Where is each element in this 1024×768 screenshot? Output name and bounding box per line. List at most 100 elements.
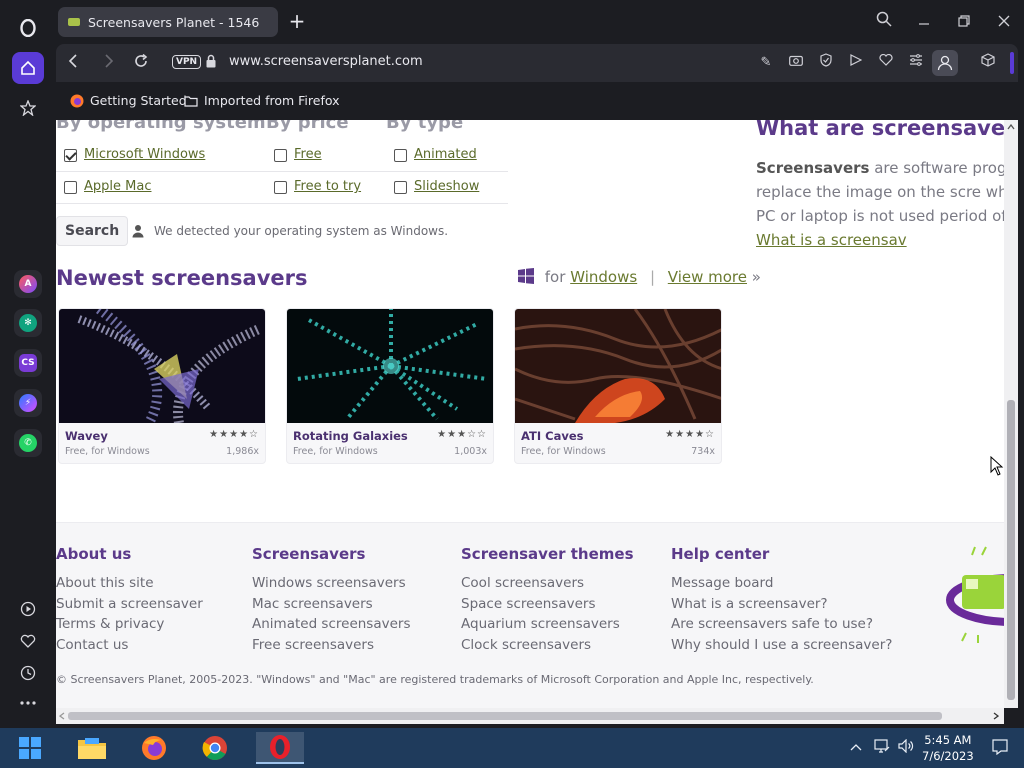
favorites-icon[interactable]	[12, 625, 44, 657]
restore-icon[interactable]	[952, 10, 976, 34]
footer-link[interactable]: Animated screensavers	[252, 614, 411, 635]
footer-link[interactable]: Cool screensavers	[461, 573, 634, 594]
checkbox-apple-mac[interactable]	[64, 181, 77, 194]
card-title[interactable]: Wavey	[65, 429, 108, 443]
footer-link[interactable]: Aquarium screensavers	[461, 614, 634, 635]
search-button[interactable]: Search	[56, 216, 129, 246]
tray-chevron-icon[interactable]	[850, 740, 862, 754]
mouse-cursor-icon	[990, 456, 1004, 476]
send-icon[interactable]	[846, 53, 866, 73]
settings-sliders-icon[interactable]	[906, 53, 926, 73]
checkbox-microsoft-windows[interactable]	[64, 149, 77, 162]
footer-link[interactable]: Submit a screensaver	[56, 594, 203, 615]
footer-link[interactable]: Windows screensavers	[252, 573, 411, 594]
close-icon[interactable]	[992, 10, 1016, 34]
footer-link[interactable]: Message board	[671, 573, 892, 594]
chrome-button[interactable]	[195, 732, 235, 764]
opera-menu-icon[interactable]	[12, 12, 44, 44]
footer-link[interactable]: What is a screensaver?	[671, 594, 892, 615]
vertical-scroll-thumb[interactable]	[1007, 400, 1015, 700]
file-explorer-button[interactable]	[72, 732, 112, 764]
card-title[interactable]: Rotating Galaxies	[293, 429, 408, 443]
heart-icon[interactable]	[876, 53, 896, 73]
screensaver-thumbnail[interactable]	[59, 309, 266, 423]
filter-link-free[interactable]: Free	[294, 147, 322, 162]
url-input[interactable]: www.screensaversplanet.com	[229, 54, 423, 69]
footer-link[interactable]: About this site	[56, 573, 203, 594]
footer-link[interactable]: Clock screensavers	[461, 635, 634, 656]
card-subtitle: Free, for Windows	[65, 446, 150, 457]
vpn-badge[interactable]: VPN	[172, 55, 202, 69]
screensaver-card-wavey[interactable]: Wavey Free, for Windows ★★★★☆ 1,986x	[58, 308, 266, 464]
chatsonic-app-icon[interactable]: CS	[14, 349, 42, 377]
opera-button[interactable]	[256, 732, 304, 764]
shield-icon[interactable]	[816, 53, 836, 73]
network-icon[interactable]	[874, 739, 890, 756]
planet-mascot-icon	[946, 546, 1004, 643]
filter-row: Microsoft Windows Free Animated	[56, 140, 508, 172]
checkbox-animated[interactable]	[394, 149, 407, 162]
new-tab-icon[interactable]: +	[286, 11, 308, 33]
minimize-icon[interactable]	[912, 10, 936, 34]
home-icon[interactable]	[12, 52, 44, 84]
screensaver-card-rotating-galaxies[interactable]: Rotating Galaxies Free, for Windows ★★★☆…	[286, 308, 494, 464]
back-icon[interactable]	[62, 52, 84, 74]
reload-icon[interactable]	[130, 52, 152, 74]
filter-link-free-to-try[interactable]: Free to try	[294, 179, 361, 194]
easy-setup-icon[interactable]: ✎	[756, 53, 776, 73]
bookmark-folder-imported[interactable]: Imported from Firefox	[184, 93, 340, 108]
firefox-button[interactable]	[134, 732, 174, 764]
aria-app-icon[interactable]: A	[14, 270, 42, 298]
filter-link-apple-mac[interactable]: Apple Mac	[84, 179, 151, 194]
chatgpt-app-icon[interactable]: ✻	[14, 309, 42, 337]
messenger-app-icon[interactable]: ⚡	[14, 389, 42, 417]
checkbox-slideshow[interactable]	[394, 181, 407, 194]
lock-icon[interactable]	[206, 54, 216, 68]
footer-link[interactable]: Mac screensavers	[252, 594, 411, 615]
scroll-right-icon[interactable]	[993, 712, 999, 720]
windows-link[interactable]: Windows	[570, 268, 637, 286]
view-more-link[interactable]: View more	[668, 268, 747, 286]
screensaver-thumbnail[interactable]	[515, 309, 722, 423]
screensaver-card-ati-caves[interactable]: ATI Caves Free, for Windows ★★★★☆ 734x	[514, 308, 722, 464]
tab-screensavers-planet[interactable]: Screensavers Planet - 1546	[58, 7, 278, 37]
horizontal-scroll-thumb[interactable]	[68, 712, 942, 720]
more-icon[interactable]	[12, 687, 44, 719]
footer-col-themes: Screensaver themes Cool screensavers Spa…	[461, 545, 634, 655]
whatsapp-app-icon[interactable]: ✆	[14, 429, 42, 457]
extensions-cube-icon[interactable]	[978, 53, 998, 73]
notification-center-icon[interactable]	[992, 739, 1008, 758]
vertical-scrollbar[interactable]	[1004, 120, 1018, 708]
start-button[interactable]	[10, 732, 50, 764]
taskbar-clock[interactable]: 5:45 AM 7/6/2023	[922, 732, 974, 764]
scroll-up-icon[interactable]	[1007, 124, 1015, 130]
what-is-screensaver-link[interactable]: What is a screensav	[756, 231, 907, 249]
footer-link[interactable]: Space screensavers	[461, 594, 634, 615]
scroll-left-icon[interactable]	[59, 712, 65, 720]
player-icon[interactable]	[12, 593, 44, 625]
footer-link[interactable]: Are screensavers safe to use?	[671, 614, 892, 635]
forward-icon[interactable]	[98, 52, 120, 74]
copyright-text: © Screensavers Planet, 2005-2023. "Windo…	[56, 673, 814, 686]
filter-link-microsoft-windows[interactable]: Microsoft Windows	[84, 147, 205, 162]
horizontal-scrollbar[interactable]	[56, 708, 1004, 724]
card-title[interactable]: ATI Caves	[521, 429, 583, 443]
history-icon[interactable]	[12, 657, 44, 689]
footer-link[interactable]: Free screensavers	[252, 635, 411, 656]
footer-link[interactable]: Why should I use a screensaver?	[671, 635, 892, 656]
pinboards-icon[interactable]	[12, 92, 44, 124]
screensaver-thumbnail[interactable]	[287, 309, 494, 423]
download-count: 1,986x	[226, 446, 259, 457]
folder-icon	[184, 95, 198, 107]
checkbox-free-to-try[interactable]	[274, 181, 287, 194]
checkbox-free[interactable]	[274, 149, 287, 162]
filter-link-slideshow[interactable]: Slideshow	[414, 179, 479, 194]
bookmark-getting-started[interactable]: Getting Started	[70, 93, 187, 108]
volume-icon[interactable]	[898, 738, 914, 756]
filter-link-animated[interactable]: Animated	[414, 147, 477, 162]
search-tabs-icon[interactable]	[872, 10, 896, 34]
footer-link[interactable]: Contact us	[56, 635, 203, 656]
profile-button[interactable]	[932, 50, 958, 76]
footer-link[interactable]: Terms & privacy	[56, 614, 203, 635]
snapshot-camera-icon[interactable]	[786, 53, 806, 73]
